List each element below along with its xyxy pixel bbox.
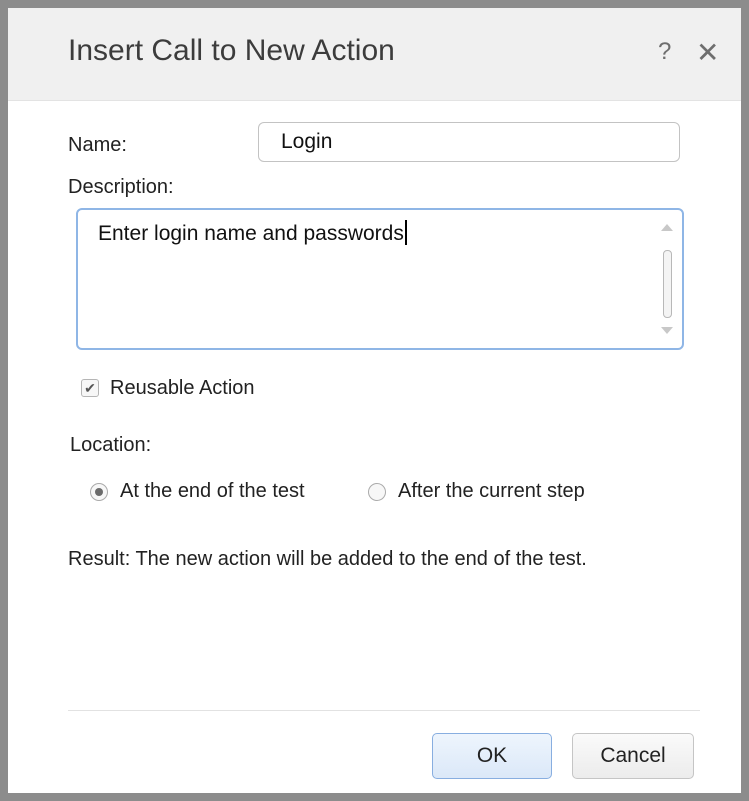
location-option-end-of-test-label[interactable]: At the end of the test (120, 480, 305, 503)
checkmark-icon: ✔ (84, 380, 96, 396)
location-label: Location: (70, 434, 152, 456)
reusable-action-checkbox[interactable]: ✔ (81, 379, 99, 397)
location-radio-end-of-test[interactable] (90, 483, 108, 501)
help-icon[interactable]: ? (658, 38, 671, 66)
footer-divider (68, 710, 700, 711)
text-caret (404, 220, 407, 245)
location-option-after-current-step-label[interactable]: After the current step (398, 480, 585, 503)
description-label: Description: (68, 176, 174, 198)
reusable-action-label[interactable]: Reusable Action (110, 377, 255, 400)
scroll-up-arrow-icon[interactable] (661, 224, 673, 231)
description-scrollbar[interactable] (660, 218, 674, 340)
cancel-button[interactable]: Cancel (572, 733, 694, 779)
insert-call-dialog: Insert Call to New Action ? ✕ Name: Desc… (0, 0, 749, 801)
dialog-title: Insert Call to New Action (68, 34, 395, 67)
name-label: Name: (68, 134, 127, 156)
location-radio-after-current-step[interactable] (368, 483, 386, 501)
scroll-thumb[interactable] (663, 250, 672, 318)
dialog-titlebar: Insert Call to New Action ? ✕ (8, 8, 741, 101)
close-icon[interactable]: ✕ (696, 36, 719, 69)
name-input[interactable] (258, 122, 680, 162)
ok-button[interactable]: OK (432, 733, 552, 779)
description-text: Enter login name and passwords (98, 220, 407, 246)
result-text: Result: The new action will be added to … (68, 548, 587, 570)
scroll-down-arrow-icon[interactable] (661, 327, 673, 334)
description-textarea[interactable]: Enter login name and passwords (76, 208, 684, 350)
